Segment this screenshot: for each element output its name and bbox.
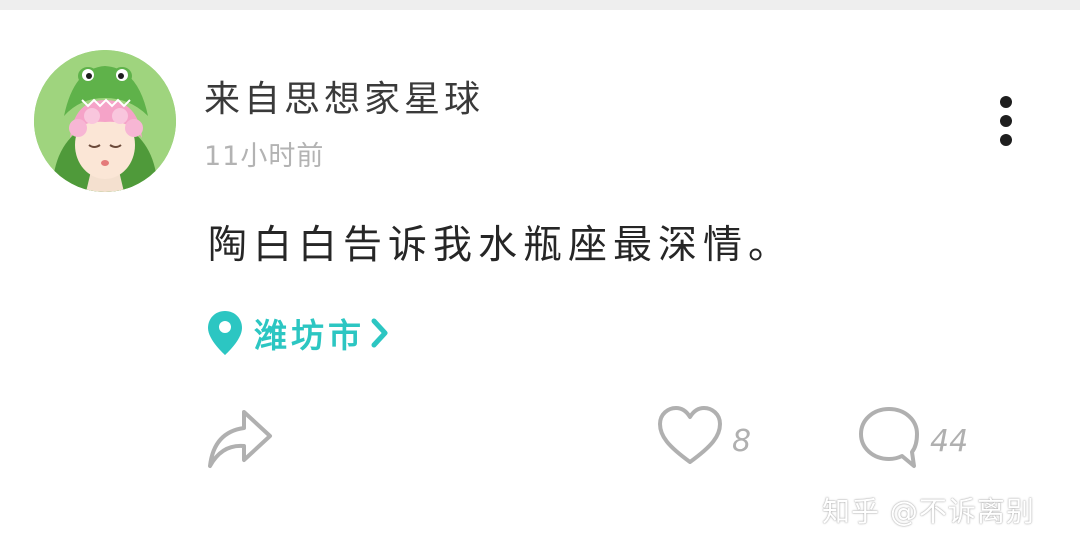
comment-bubble-icon [859,407,919,468]
heart-icon [658,406,722,464]
chevron-right-icon [371,318,388,348]
location-pin-icon [208,311,242,355]
like-button[interactable]: 8 [656,404,751,476]
top-strip [0,0,1080,10]
location-label: 潍坊市 [254,316,365,355]
comment-count: 44 [930,424,969,459]
watermark: 知乎 @不诉离别 [822,495,1035,528]
like-count: 8 [732,424,752,459]
comment-button[interactable]: 44 [856,404,968,476]
username[interactable]: 来自思想家星球 [204,70,484,122]
location-link[interactable]: 潍坊市 [206,306,391,360]
avatar-image [34,50,176,192]
post-timestamp: 11小时前 [204,141,325,172]
share-icon [208,410,272,468]
share-button[interactable] [204,404,276,476]
post-text: 陶白白告诉我水瓶座最深情。 [208,223,794,268]
avatar[interactable] [34,50,176,192]
more-vertical-icon[interactable] [990,94,1022,148]
